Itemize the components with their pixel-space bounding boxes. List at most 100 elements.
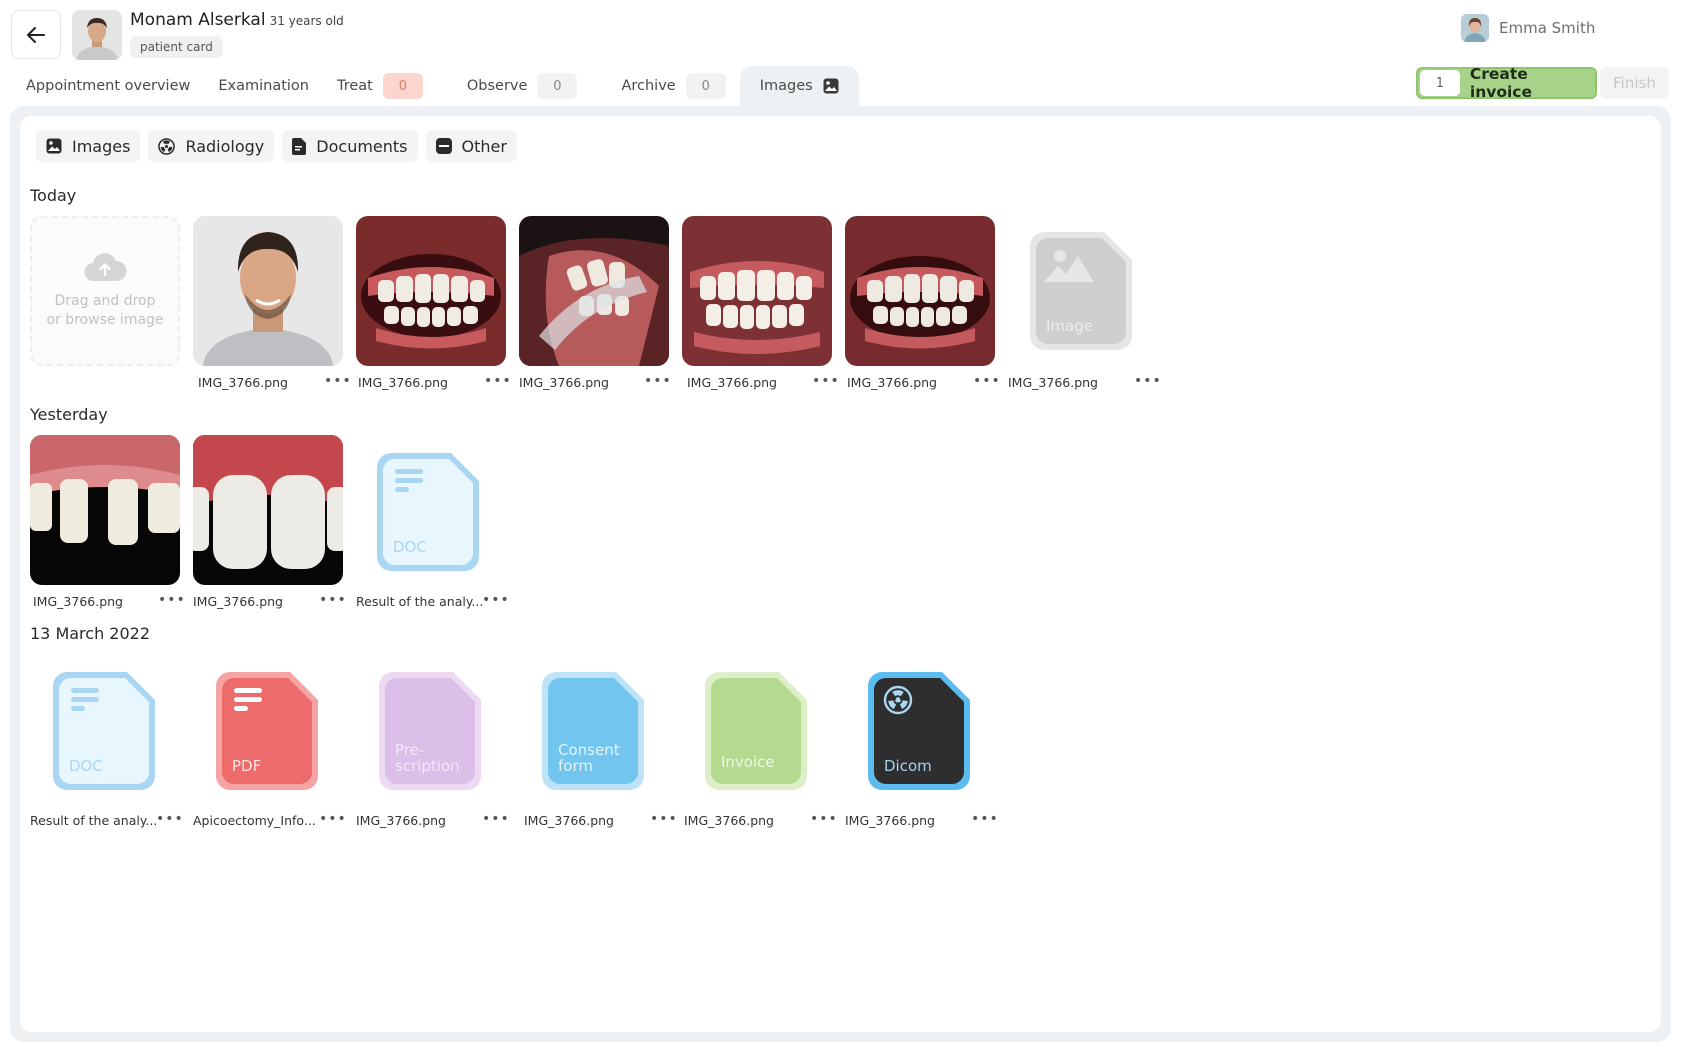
- dicom-file[interactable]: Dicom: [868, 670, 972, 790]
- file-name: IMG_3766.png: [687, 375, 777, 390]
- teeth-photo: [845, 216, 995, 366]
- tab-treat[interactable]: Treat 0: [323, 66, 437, 106]
- image-placeholder-file[interactable]: Image: [1030, 230, 1134, 350]
- user-name: Emma Smith: [1499, 19, 1596, 37]
- veneers-photo: [193, 435, 343, 585]
- doc-file[interactable]: DOC: [377, 451, 481, 571]
- filter-label: Images: [72, 136, 131, 156]
- image-thumbnail[interactable]: [193, 216, 343, 366]
- finish-button[interactable]: Finish: [1600, 67, 1669, 99]
- doc-file-label: DOC: [69, 757, 103, 775]
- treat-count-badge: 0: [382, 73, 423, 99]
- upload-text-line: or browse image: [46, 312, 164, 328]
- pdf-file-label: PDF: [232, 757, 262, 775]
- image-icon: [46, 138, 62, 154]
- image-thumbnail[interactable]: [193, 435, 343, 585]
- consent-form-file[interactable]: Consent form: [542, 670, 646, 790]
- patient-name: Monam Alserkal 31 years old: [130, 10, 344, 30]
- invoice-file[interactable]: Invoice: [705, 670, 809, 790]
- file-name: IMG_3766.png: [684, 813, 774, 828]
- tab-label: Treat: [337, 78, 373, 94]
- prescription-file-label: Pre- scription: [395, 742, 460, 774]
- image-thumbnail[interactable]: [682, 216, 832, 366]
- patient-avatar: [72, 10, 122, 60]
- invoice-file-icon: [705, 672, 807, 790]
- more-options-icon[interactable]: •••: [644, 373, 672, 389]
- section-title-today: Today: [30, 186, 77, 205]
- doc-file-label: DOC: [393, 538, 427, 556]
- more-options-icon[interactable]: •••: [650, 811, 678, 827]
- appointment-tabs: Appointment overview Examination Treat 0 …: [12, 66, 859, 106]
- folder-icon: [435, 138, 452, 154]
- image-file-label: Image: [1046, 317, 1093, 335]
- create-invoice-button[interactable]: 1 Create invoice: [1416, 65, 1597, 101]
- image-thumbnail[interactable]: [356, 216, 506, 366]
- user-menu[interactable]: Emma Smith: [1461, 14, 1595, 42]
- upload-dropzone[interactable]: Drag and drop or browse image: [30, 216, 180, 366]
- invoice-count: 1: [1420, 70, 1460, 96]
- more-options-icon[interactable]: •••: [971, 811, 999, 827]
- radiation-icon: [158, 137, 176, 155]
- more-options-icon[interactable]: •••: [812, 373, 840, 389]
- file-name: IMG_3766.png: [33, 594, 123, 609]
- tab-label: Examination: [218, 78, 309, 94]
- tab-examination[interactable]: Examination: [204, 66, 323, 106]
- filter-label: Other: [461, 136, 507, 156]
- patient-card-badge[interactable]: patient card: [130, 36, 223, 58]
- invoice-file-label: Invoice: [721, 753, 775, 771]
- pdf-file[interactable]: PDF: [216, 670, 320, 790]
- more-options-icon[interactable]: •••: [319, 592, 347, 608]
- cloud-upload-icon: [84, 253, 127, 282]
- tab-label: Images: [759, 78, 813, 94]
- tab-observe[interactable]: Observe 0: [453, 66, 592, 106]
- more-options-icon[interactable]: •••: [484, 373, 512, 389]
- more-options-icon[interactable]: •••: [319, 811, 347, 827]
- filter-radiology[interactable]: Radiology: [148, 130, 275, 162]
- retractor-photo: [519, 216, 669, 366]
- section-title-march: 13 March 2022: [30, 624, 151, 643]
- upload-text-line: Drag and drop: [54, 293, 156, 309]
- file-name: IMG_3766.png: [519, 375, 609, 390]
- tab-images[interactable]: Images: [739, 66, 859, 106]
- more-options-icon[interactable]: •••: [156, 811, 184, 827]
- filter-label: Documents: [316, 136, 408, 156]
- filter-images[interactable]: Images: [36, 130, 141, 162]
- more-options-icon[interactable]: •••: [482, 592, 510, 608]
- label-line: form: [558, 757, 593, 775]
- image-icon: [823, 78, 839, 94]
- image-thumbnail[interactable]: [30, 435, 180, 585]
- document-icon: [292, 137, 307, 155]
- filter-other[interactable]: Other: [425, 130, 517, 162]
- more-options-icon[interactable]: •••: [810, 811, 838, 827]
- label-line: scription: [395, 757, 460, 775]
- create-invoice-label: Create invoice: [1469, 65, 1533, 101]
- prescription-file[interactable]: Pre- scription: [379, 670, 483, 790]
- category-filters: Images Radiology Documents Other: [36, 130, 517, 162]
- more-options-icon[interactable]: •••: [1134, 373, 1162, 389]
- image-thumbnail[interactable]: [845, 216, 995, 366]
- file-name: IMG_3766.png: [193, 594, 283, 609]
- doc-file[interactable]: DOC: [53, 670, 157, 790]
- file-name: IMG_3766.png: [198, 375, 288, 390]
- archive-count-badge: 0: [685, 73, 726, 99]
- tab-appointment-overview[interactable]: Appointment overview: [12, 66, 204, 106]
- patient-age: 31 years old: [269, 14, 344, 28]
- tab-archive[interactable]: Archive 0: [607, 66, 739, 106]
- teeth-gap-photo: [30, 435, 180, 585]
- back-button[interactable]: [11, 10, 61, 59]
- more-options-icon[interactable]: •••: [482, 811, 510, 827]
- more-options-icon[interactable]: •••: [973, 373, 1001, 389]
- arrow-left-icon: [27, 26, 45, 43]
- file-name: IMG_3766.png: [847, 375, 937, 390]
- label-line: Pre-: [395, 741, 425, 759]
- file-name: IMG_3766.png: [845, 813, 935, 828]
- image-thumbnail[interactable]: [519, 216, 669, 366]
- filter-documents[interactable]: Documents: [282, 130, 418, 162]
- file-name: IMG_3766.png: [524, 813, 614, 828]
- more-options-icon[interactable]: •••: [324, 373, 352, 389]
- file-name: Result of the analy...: [356, 594, 484, 609]
- teeth-photo: [682, 216, 832, 366]
- more-options-icon[interactable]: •••: [158, 592, 186, 608]
- file-name: IMG_3766.png: [356, 813, 446, 828]
- label-line: Consent: [558, 741, 620, 759]
